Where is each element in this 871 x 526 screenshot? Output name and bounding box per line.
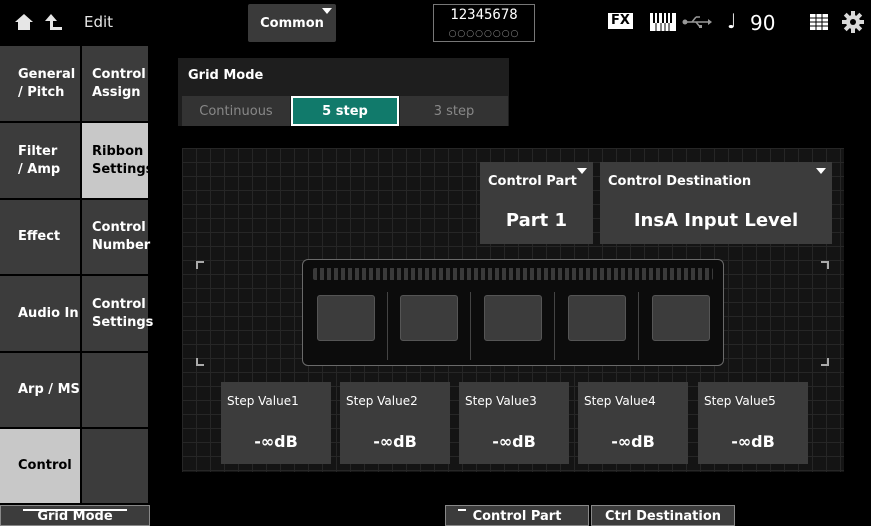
ribbon-divider: [638, 292, 639, 360]
ctrl-destination-function-button[interactable]: Ctrl Destination: [591, 505, 735, 526]
part-numbers: 12345678: [450, 7, 518, 23]
ribbon-tick-strip: [313, 268, 713, 280]
subcategory-label: Settings: [92, 161, 154, 177]
control-destination-selector[interactable]: Control Destination InsA Input Level: [600, 162, 832, 244]
subcategory-label: Control: [92, 296, 146, 312]
ribbon-divider: [470, 292, 471, 360]
dropdown-arrow-icon: [816, 168, 826, 174]
ribbon-divider: [387, 292, 388, 360]
category-label: Effect: [18, 229, 61, 244]
function-label: Control Part: [472, 509, 562, 524]
active-indicator: [458, 509, 466, 511]
category-label: Audio In: [18, 305, 79, 321]
step-value-4[interactable]: Step Value4 -∞dB: [578, 382, 688, 464]
fx-badge[interactable]: FX: [608, 13, 633, 29]
ribbon-step-pad-3[interactable]: [484, 295, 542, 341]
home-icon[interactable]: [14, 12, 34, 32]
corner-bracket-icon: [821, 358, 829, 366]
usb-icon: [682, 16, 712, 28]
subcategory-label: Control: [92, 220, 146, 235]
step-value-2[interactable]: Step Value2 -∞dB: [340, 382, 450, 464]
category-label: Control: [18, 458, 72, 473]
ribbon-divider: [554, 292, 555, 360]
function-label: Ctrl Destination: [604, 509, 722, 524]
edit-label: Edit: [84, 13, 114, 31]
category-label: / Amp: [18, 161, 61, 177]
step-value-5[interactable]: Step Value5 -∞dB: [698, 382, 808, 464]
step-value-title: Step Value4: [584, 394, 656, 408]
step-value-3[interactable]: Step Value3 -∞dB: [459, 382, 569, 464]
common-label: Common: [260, 15, 324, 31]
active-indicator: [23, 509, 127, 511]
part-indicator[interactable]: 12345678 ○○○○○○○○: [433, 4, 535, 42]
category-audio-in[interactable]: Audio In: [0, 276, 80, 353]
tempo-value[interactable]: 90: [750, 11, 775, 35]
grid-mode-function-button[interactable]: Grid Mode: [0, 505, 150, 526]
category-filter-amp[interactable]: Filter / Amp: [0, 123, 80, 200]
corner-bracket-icon: [196, 261, 204, 269]
dropdown-arrow-icon: [322, 8, 332, 14]
dropdown-arrow-icon: [577, 168, 587, 174]
step-value-title: Step Value5: [704, 394, 776, 408]
grid-mode-panel: Grid Mode Continuous 5 step 3 step: [178, 58, 509, 126]
step-value-1[interactable]: Step Value1 -∞dB: [221, 382, 331, 464]
control-part-title: Control Part: [488, 174, 577, 189]
step-value-title: Step Value2: [346, 394, 418, 408]
part-dots: ○○○○○○○○: [448, 29, 520, 39]
category-label: / Pitch: [18, 84, 65, 100]
keyboard-icon[interactable]: [650, 13, 676, 31]
subcategory-control-assign[interactable]: Control Assign: [82, 46, 148, 123]
common-part-selector[interactable]: Common: [248, 4, 336, 42]
overview-grid-icon[interactable]: [810, 14, 828, 30]
category-arp-ms[interactable]: Arp / MS: [0, 353, 80, 429]
corner-bracket-icon: [821, 261, 829, 269]
function-label: Grid Mode: [37, 509, 113, 524]
grid-mode-5-step-button[interactable]: 5 step: [291, 96, 399, 126]
ribbon-step-pad-2[interactable]: [400, 295, 458, 341]
control-part-selector[interactable]: Control Part Part 1: [480, 162, 593, 244]
category-effect[interactable]: Effect: [0, 200, 80, 276]
control-part-value: Part 1: [505, 210, 568, 231]
subcategory-empty: [82, 429, 148, 505]
ribbon-controller-graphic: [302, 259, 724, 366]
control-destination-title: Control Destination: [608, 174, 752, 189]
subcategory-label: Assign: [92, 84, 141, 100]
category-label: Filter: [18, 143, 58, 159]
gear-icon[interactable]: [842, 11, 864, 33]
ribbon-step-pad-5[interactable]: [652, 295, 710, 341]
corner-bracket-icon: [196, 358, 204, 366]
control-part-function-button[interactable]: Control Part: [445, 505, 589, 526]
step-value-number: -∞dB: [731, 432, 775, 451]
subcategory-label: Ribbon: [92, 143, 144, 159]
grid-mode-title: Grid Mode: [188, 68, 264, 83]
grid-mode-continuous-button[interactable]: Continuous: [182, 96, 290, 126]
subcategory-empty: [82, 353, 148, 429]
step-value-number: -∞dB: [254, 432, 298, 451]
subcategory-label: Control: [92, 66, 146, 82]
category-label: General: [18, 66, 76, 82]
ribbon-step-pad-4[interactable]: [568, 295, 626, 341]
step-value-number: -∞dB: [373, 432, 417, 451]
category-general-pitch[interactable]: General / Pitch: [0, 46, 80, 123]
subcategory-control-settings[interactable]: Control Settings: [82, 276, 153, 353]
ribbon-step-pad-1[interactable]: [317, 295, 375, 341]
step-value-number: -∞dB: [611, 432, 655, 451]
step-value-title: Step Value3: [465, 394, 537, 408]
category-label: Arp / MS: [18, 382, 80, 397]
back-up-icon[interactable]: [44, 12, 64, 32]
category-control[interactable]: Control: [0, 429, 80, 505]
subcategory-ribbon-settings[interactable]: Ribbon Settings: [82, 123, 153, 200]
step-value-title: Step Value1: [227, 394, 299, 408]
top-bar: Edit Common 12345678 ○○○○○○○○ FX ♩ 90: [0, 0, 871, 46]
step-value-number: -∞dB: [492, 432, 536, 451]
subcategory-label: Number: [92, 238, 151, 253]
quarter-note-icon: ♩: [727, 9, 737, 33]
control-destination-value: InsA Input Level: [633, 210, 799, 231]
grid-mode-3-step-button[interactable]: 3 step: [400, 96, 508, 126]
subcategory-control-number[interactable]: Control Number: [82, 200, 151, 276]
subcategory-label: Settings: [92, 314, 154, 330]
